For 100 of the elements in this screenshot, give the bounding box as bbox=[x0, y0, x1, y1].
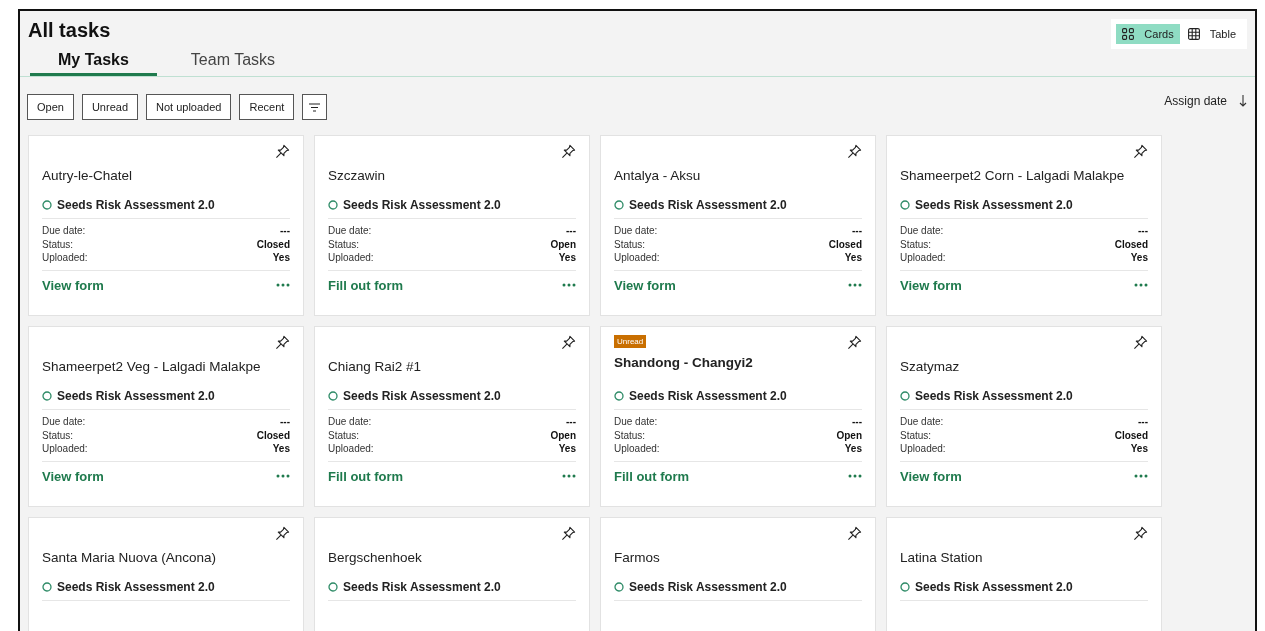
pin-icon[interactable] bbox=[1133, 526, 1148, 541]
pin-icon[interactable] bbox=[275, 526, 290, 541]
detail-value: Yes bbox=[1130, 251, 1148, 265]
filter-button[interactable]: Open bbox=[27, 94, 74, 120]
tab[interactable]: Team Tasks bbox=[162, 49, 304, 76]
task-card[interactable]: Farmos Seeds Risk Assessment 2.0 bbox=[600, 517, 876, 631]
task-card[interactable]: Autry-le-Chatel Seeds Risk Assessment 2.0 Due date: --- Status: Closed Uploaded: Yes View form bbox=[28, 135, 304, 316]
task-card[interactable]: Santa Maria Nuova (Ancona) Seeds Risk Assessment 2.0 bbox=[28, 517, 304, 631]
detail-value: Yes bbox=[844, 442, 862, 456]
detail-value: Yes bbox=[272, 251, 290, 265]
form-link[interactable]: View form bbox=[42, 468, 104, 484]
tab[interactable]: My Tasks bbox=[30, 49, 157, 76]
form-link[interactable]: Fill out form bbox=[328, 277, 404, 293]
detail-value: Yes bbox=[1130, 442, 1148, 456]
sort-button[interactable]: Assign date bbox=[1164, 94, 1247, 108]
task-card[interactable]: Latina Station Seeds Risk Assessment 2.0 bbox=[886, 517, 1162, 631]
card-title: Chiang Rai2 #1 bbox=[328, 359, 423, 376]
card-title: Autry-le-Chatel bbox=[42, 168, 134, 185]
view-option[interactable]: Table bbox=[1181, 24, 1242, 44]
circle-icon bbox=[328, 200, 338, 210]
more-icon[interactable] bbox=[276, 283, 290, 287]
circle-icon bbox=[900, 391, 910, 401]
pin-icon[interactable] bbox=[1133, 335, 1148, 350]
pin-icon[interactable] bbox=[561, 335, 576, 350]
task-card[interactable]: Unread Shandong - Changyi2 Seeds Risk Assessment 2.0 Due date: --- Status: Open Uploaded: Yes Fill out form bbox=[600, 326, 876, 507]
form-link[interactable]: View form bbox=[42, 277, 104, 293]
card-title: Szczawin bbox=[328, 168, 387, 185]
pin-icon[interactable] bbox=[847, 526, 862, 541]
task-card[interactable]: Szczawin Seeds Risk Assessment 2.0 Due date: --- Status: Open Uploaded: Yes Fill out form bbox=[314, 135, 590, 316]
detail-label: Due date: bbox=[328, 224, 372, 238]
form-name: Seeds Risk Assessment 2.0 bbox=[57, 389, 215, 403]
more-icon[interactable] bbox=[848, 474, 862, 478]
task-card[interactable]: Shameerpet2 Corn - Lalgadi Malakpe Seeds Risk Assessment 2.0 Due date: --- Status: Closed Uploaded: Yes View form bbox=[886, 135, 1162, 316]
card-title: Farmos bbox=[614, 550, 661, 567]
circle-icon bbox=[42, 391, 52, 401]
circle-icon bbox=[42, 200, 52, 210]
filter-button[interactable]: Unread bbox=[81, 94, 138, 120]
form-name: Seeds Risk Assessment 2.0 bbox=[57, 580, 215, 594]
pin-icon[interactable] bbox=[275, 335, 290, 350]
task-card[interactable]: Shameerpet2 Veg - Lalgadi Malakpe Seeds Risk Assessment 2.0 Due date: --- Status: Closed Uploaded: Yes View form bbox=[28, 326, 304, 507]
unread-badge: Unread bbox=[614, 335, 647, 348]
detail-label: Status: bbox=[900, 428, 932, 442]
detail-label: Due date: bbox=[900, 224, 944, 238]
detail-value: --- bbox=[852, 415, 862, 429]
form-name: Seeds Risk Assessment 2.0 bbox=[915, 580, 1073, 594]
pin-icon[interactable] bbox=[561, 526, 576, 541]
detail-label: Uploaded: bbox=[900, 251, 946, 265]
form-name: Seeds Risk Assessment 2.0 bbox=[629, 580, 787, 594]
form-link[interactable]: View form bbox=[900, 468, 962, 484]
detail-label: Status: bbox=[900, 237, 932, 251]
form-name: Seeds Risk Assessment 2.0 bbox=[343, 580, 501, 594]
pin-icon[interactable] bbox=[847, 144, 862, 159]
detail-label: Uploaded: bbox=[328, 251, 374, 265]
grid-icon bbox=[1122, 28, 1135, 40]
card-title: Shameerpet2 Corn - Lalgadi Malakpe bbox=[900, 168, 1126, 185]
filter-button[interactable]: Not uploaded bbox=[146, 94, 232, 120]
task-card[interactable]: Chiang Rai2 #1 Seeds Risk Assessment 2.0 Due date: --- Status: Open Uploaded: Yes Fill out form bbox=[314, 326, 590, 507]
detail-value: Yes bbox=[558, 251, 576, 265]
circle-icon bbox=[614, 391, 624, 401]
detail-label: Due date: bbox=[42, 224, 86, 238]
more-icon[interactable] bbox=[562, 283, 576, 287]
form-link[interactable]: View form bbox=[900, 277, 962, 293]
more-icon[interactable] bbox=[1134, 283, 1148, 287]
detail-value: --- bbox=[566, 224, 576, 238]
form-link[interactable]: Fill out form bbox=[614, 468, 690, 484]
view-option[interactable]: Cards bbox=[1116, 24, 1180, 44]
form-link[interactable]: Fill out form bbox=[328, 468, 404, 484]
circle-icon bbox=[614, 582, 624, 592]
detail-label: Due date: bbox=[614, 415, 658, 429]
detail-label: Uploaded: bbox=[42, 251, 88, 265]
card-title: Shandong - Changyi2 bbox=[614, 355, 754, 372]
more-icon[interactable] bbox=[276, 474, 290, 478]
pin-icon[interactable] bbox=[1133, 144, 1148, 159]
filter-icon bbox=[309, 102, 321, 112]
filter-button[interactable] bbox=[302, 94, 328, 120]
form-link[interactable]: View form bbox=[614, 277, 676, 293]
task-card[interactable]: Bergschenhoek Seeds Risk Assessment 2.0 bbox=[314, 517, 590, 631]
detail-value: --- bbox=[280, 415, 290, 429]
filter-button[interactable]: Recent bbox=[239, 94, 295, 120]
pin-icon[interactable] bbox=[275, 144, 290, 159]
pin-icon[interactable] bbox=[847, 335, 862, 350]
circle-icon bbox=[42, 582, 52, 592]
detail-label: Uploaded: bbox=[42, 442, 88, 456]
form-name: Seeds Risk Assessment 2.0 bbox=[57, 198, 215, 212]
detail-label: Uploaded: bbox=[614, 442, 660, 456]
detail-value: Open bbox=[836, 428, 862, 442]
detail-value: --- bbox=[280, 224, 290, 238]
detail-label: Status: bbox=[614, 428, 646, 442]
circle-icon bbox=[328, 391, 338, 401]
more-icon[interactable] bbox=[1134, 474, 1148, 478]
form-name: Seeds Risk Assessment 2.0 bbox=[629, 198, 787, 212]
pin-icon[interactable] bbox=[561, 144, 576, 159]
more-icon[interactable] bbox=[848, 283, 862, 287]
form-name: Seeds Risk Assessment 2.0 bbox=[629, 389, 787, 403]
detail-value: --- bbox=[566, 415, 576, 429]
arrow-down-icon bbox=[1239, 95, 1247, 107]
task-card[interactable]: Antalya - Aksu Seeds Risk Assessment 2.0 Due date: --- Status: Closed Uploaded: Yes View form bbox=[600, 135, 876, 316]
task-card[interactable]: Szatymaz Seeds Risk Assessment 2.0 Due date: --- Status: Closed Uploaded: Yes View form bbox=[886, 326, 1162, 507]
more-icon[interactable] bbox=[562, 474, 576, 478]
detail-label: Status: bbox=[42, 428, 74, 442]
